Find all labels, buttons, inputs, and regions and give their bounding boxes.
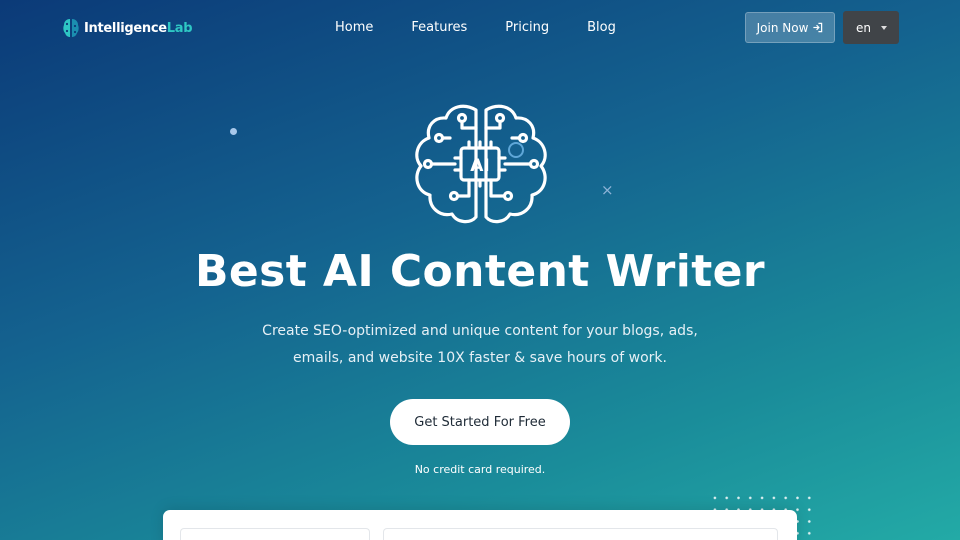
sign-in-icon	[813, 22, 823, 33]
hero-subtitle: Create SEO-optimized and unique content …	[230, 318, 730, 372]
hero-title: Best AI Content Writer	[195, 246, 765, 297]
nav-link-blog[interactable]: Blog	[568, 18, 635, 38]
nav-links: Home Features Pricing Blog	[316, 18, 635, 38]
join-now-label: Join Now	[756, 20, 809, 35]
join-now-button[interactable]: Join Now	[745, 12, 835, 43]
preview-panel-right	[383, 528, 778, 540]
ai-brain-icon: AI	[415, 104, 547, 224]
hero-subtitle-line-1: Create SEO-optimized and unique content …	[262, 323, 698, 339]
logo[interactable]: IntelligenceLab	[62, 16, 193, 40]
navbar: IntelligenceLab Home Features Pricing Bl…	[0, 0, 960, 56]
chevron-down-icon	[881, 25, 887, 30]
preview-panel-left	[180, 528, 370, 540]
language-select[interactable]: en	[843, 11, 899, 44]
nav-link-home[interactable]: Home	[316, 18, 392, 38]
decorative-x-icon: ×	[601, 181, 614, 199]
logo-text: IntelligenceLab	[84, 20, 193, 36]
app-preview-card	[163, 510, 797, 540]
brain-logo-icon	[63, 19, 79, 37]
nav-link-pricing[interactable]: Pricing	[486, 18, 568, 38]
no-credit-card-note: No credit card required.	[414, 463, 546, 476]
hero-subtitle-line-2: emails, and website 10X faster & save ho…	[293, 350, 667, 366]
decorative-dot	[230, 128, 237, 135]
get-started-button[interactable]: Get Started For Free	[390, 399, 570, 445]
language-value: en	[856, 20, 871, 35]
ai-chip-label: AI	[470, 156, 489, 176]
nav-link-features[interactable]: Features	[392, 18, 486, 38]
